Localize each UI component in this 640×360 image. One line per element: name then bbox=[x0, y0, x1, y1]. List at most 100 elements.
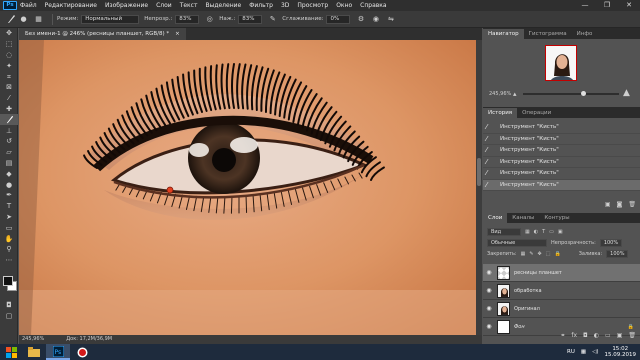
filter-type-icon[interactable]: T bbox=[542, 229, 545, 235]
network-icon[interactable]: ▦ bbox=[581, 349, 586, 355]
tab-navigator[interactable]: Навигатор bbox=[483, 29, 524, 39]
move-icon[interactable]: ✥ bbox=[0, 28, 18, 39]
layer-row[interactable]: ◉ ресницы планшет bbox=[483, 264, 640, 282]
shape-icon[interactable]: ▭ bbox=[0, 222, 18, 233]
layer-row[interactable]: ◉ Оригинал bbox=[483, 300, 640, 318]
healing-icon[interactable]: ✚ bbox=[0, 104, 18, 115]
navigator-zoom-value[interactable]: 245,96% bbox=[489, 91, 511, 97]
zoom-slider[interactable] bbox=[523, 91, 619, 96]
settings-gear-icon[interactable]: ⚙ bbox=[355, 14, 366, 24]
path-select-icon[interactable]: ➤ bbox=[0, 212, 18, 223]
type-icon[interactable]: T bbox=[0, 201, 18, 212]
smoothing-input[interactable]: 0% bbox=[326, 14, 351, 24]
stamp-icon[interactable]: ⊥ bbox=[0, 125, 18, 136]
tab-info[interactable]: Инфо bbox=[572, 29, 598, 39]
new-group-icon[interactable]: ▭ bbox=[605, 332, 611, 342]
menu-edit[interactable]: Редактирование bbox=[45, 0, 97, 11]
hand-icon[interactable]: ✋ bbox=[0, 233, 18, 244]
status-zoom[interactable]: 245,96% bbox=[22, 335, 44, 344]
blur-icon[interactable]: ◆ bbox=[0, 168, 18, 179]
visibility-eye-icon[interactable]: ◉ bbox=[483, 305, 495, 312]
visibility-eye-icon[interactable]: ◉ bbox=[483, 323, 495, 330]
document-tab[interactable]: Без имени-1 @ 246% (ресницы планшет, RGB… bbox=[19, 28, 186, 40]
menu-type[interactable]: Текст bbox=[180, 0, 198, 11]
layer-filter-select[interactable]: Вид bbox=[487, 227, 521, 236]
layer-opacity-input[interactable]: 100% bbox=[599, 238, 623, 247]
foreground-color[interactable] bbox=[3, 275, 13, 286]
pen-icon[interactable]: ✒ bbox=[0, 190, 18, 201]
dodge-icon[interactable]: ● bbox=[0, 179, 18, 190]
navigator-preview[interactable] bbox=[545, 45, 577, 81]
filter-smart-icon[interactable]: ▣ bbox=[558, 229, 563, 235]
brush-panel-icon[interactable]: ▦ bbox=[33, 14, 44, 24]
pressure-opacity-icon[interactable]: ◎ bbox=[204, 14, 215, 24]
opacity-input[interactable]: 83% bbox=[175, 14, 200, 24]
link-layers-icon[interactable]: ⚭ bbox=[560, 332, 565, 342]
language-indicator[interactable]: RU bbox=[567, 349, 575, 355]
mode-select[interactable]: Нормальный bbox=[81, 14, 140, 24]
visibility-eye-icon[interactable]: ◉ bbox=[483, 269, 495, 276]
maximize-button[interactable]: ❐ bbox=[596, 0, 618, 11]
layer-row[interactable]: ◉ обработка bbox=[483, 282, 640, 300]
tab-history[interactable]: История bbox=[483, 108, 518, 118]
quick-mask-icon[interactable]: ◘ bbox=[0, 300, 18, 311]
tab-actions[interactable]: Операции bbox=[517, 108, 556, 118]
crop-icon[interactable]: ⌗ bbox=[0, 71, 18, 82]
menu-3d[interactable]: 3D bbox=[281, 0, 289, 11]
history-item[interactable]: ⁄ Инструмент "Кисть" bbox=[483, 168, 640, 180]
photoshop-icon[interactable]: Ps bbox=[46, 344, 70, 360]
document-tab-close-icon[interactable]: × bbox=[175, 28, 180, 40]
zoom-out-icon[interactable]: ▴ bbox=[513, 90, 517, 98]
history-brush-icon[interactable]: ↺ bbox=[0, 136, 18, 147]
filter-pixel-icon[interactable]: ▦ bbox=[525, 229, 530, 235]
menu-select[interactable]: Выделение bbox=[205, 0, 241, 11]
lock-paint-icon[interactable]: ✎ bbox=[529, 251, 533, 257]
tab-channels[interactable]: Каналы bbox=[507, 213, 539, 223]
add-mask-icon[interactable]: ◘ bbox=[583, 332, 588, 342]
delete-icon[interactable]: 🗑 bbox=[628, 201, 636, 208]
tab-paths[interactable]: Контуры bbox=[539, 213, 574, 223]
filter-shape-icon[interactable]: ▭ bbox=[549, 229, 554, 235]
eraser-icon[interactable]: ▱ bbox=[0, 147, 18, 158]
symmetry-icon[interactable]: ⇋ bbox=[385, 14, 396, 24]
menu-view[interactable]: Просмотр bbox=[297, 0, 328, 11]
close-button[interactable]: ✕ bbox=[618, 0, 640, 11]
flow-input[interactable]: 83% bbox=[238, 14, 263, 24]
brush-icon[interactable] bbox=[4, 13, 18, 25]
new-document-icon[interactable]: ▣ bbox=[605, 201, 611, 208]
volume-icon[interactable]: ◁) bbox=[592, 349, 598, 355]
quick-select-icon[interactable]: ✦ bbox=[0, 60, 18, 71]
eyedropper-icon[interactable]: ⁄ bbox=[0, 93, 18, 104]
lock-artboard-icon[interactable]: ⬚ bbox=[546, 251, 551, 257]
marquee-icon[interactable]: ⬚ bbox=[0, 39, 18, 50]
filter-adjust-icon[interactable]: ◐ bbox=[534, 229, 538, 235]
lock-all-icon[interactable]: 🔒 bbox=[554, 251, 560, 257]
lock-pixels-icon[interactable]: ▦ bbox=[521, 251, 526, 257]
lasso-icon[interactable]: ◌ bbox=[0, 50, 18, 61]
layer-style-icon[interactable]: fx bbox=[571, 332, 577, 342]
color-swatches[interactable] bbox=[0, 274, 17, 300]
zoom-icon[interactable]: ⚲ bbox=[0, 244, 18, 255]
delete-layer-icon[interactable]: 🗑 bbox=[628, 332, 636, 342]
blend-mode-select[interactable]: Обычные bbox=[487, 238, 547, 247]
menu-layer[interactable]: Слои bbox=[156, 0, 172, 11]
frame-icon[interactable]: ⊠ bbox=[0, 82, 18, 93]
explorer-icon[interactable] bbox=[22, 344, 46, 360]
more-icon[interactable]: ⋯ bbox=[0, 255, 18, 266]
history-item[interactable]: ⁄ Инструмент "Кисть" bbox=[483, 122, 640, 134]
clock[interactable]: 15:02 15.09.2019 bbox=[605, 346, 637, 358]
screen-mode-icon[interactable]: ▢ bbox=[0, 310, 18, 321]
adjustment-layer-icon[interactable]: ◐ bbox=[594, 332, 599, 342]
history-item[interactable]: ⁄ Инструмент "Кисть" bbox=[483, 134, 640, 145]
history-item[interactable]: ⁄ Инструмент "Кисть" bbox=[483, 157, 640, 168]
history-item-current[interactable]: ⁄ Инструмент "Кисть" bbox=[483, 179, 640, 191]
menu-window[interactable]: Окно bbox=[336, 0, 352, 11]
brush-presets-icon[interactable]: ● bbox=[18, 14, 29, 24]
visibility-eye-icon[interactable]: ◉ bbox=[483, 287, 495, 294]
recorder-icon[interactable] bbox=[70, 344, 94, 360]
menu-filter[interactable]: Фильтр bbox=[249, 0, 273, 11]
brush-icon[interactable] bbox=[0, 114, 18, 126]
vertical-scrollbar[interactable] bbox=[476, 40, 482, 335]
pressure-size-icon[interactable]: ◉ bbox=[370, 14, 381, 24]
start-icon[interactable] bbox=[0, 344, 22, 360]
